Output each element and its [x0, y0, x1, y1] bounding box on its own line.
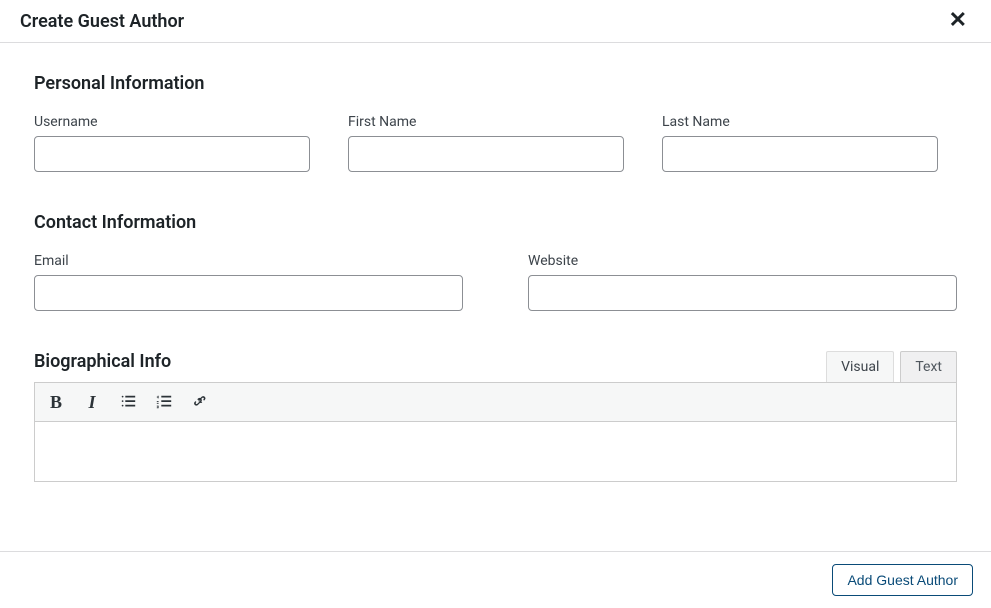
- personal-info-heading: Personal Information: [34, 73, 957, 94]
- username-label: Username: [34, 114, 310, 130]
- tab-visual[interactable]: Visual: [826, 351, 894, 382]
- bullet-list-button[interactable]: [117, 391, 139, 413]
- link-button[interactable]: [189, 391, 211, 413]
- modal-header: Create Guest Author ✕: [0, 0, 991, 43]
- close-icon: ✕: [949, 8, 967, 33]
- first-name-group: First Name: [348, 114, 624, 172]
- first-name-label: First Name: [348, 114, 624, 130]
- bio-header: Biographical Info Visual Text: [34, 351, 957, 382]
- modal-footer: Add Guest Author: [0, 551, 991, 608]
- bold-icon: B: [50, 392, 62, 413]
- email-label: Email: [34, 253, 463, 269]
- personal-info-row: Username First Name Last Name: [34, 114, 957, 172]
- link-icon: [191, 393, 209, 411]
- website-input[interactable]: [528, 275, 957, 311]
- email-group: Email: [34, 253, 463, 311]
- first-name-input[interactable]: [348, 136, 624, 172]
- website-label: Website: [528, 253, 957, 269]
- email-input[interactable]: [34, 275, 463, 311]
- numbered-list-button[interactable]: [153, 391, 175, 413]
- bio-heading: Biographical Info: [34, 351, 171, 372]
- modal-body-wrapper: Personal Information Username First Name…: [0, 43, 991, 551]
- bold-button[interactable]: B: [45, 391, 67, 413]
- editor-tabs: Visual Text: [826, 351, 957, 382]
- bullet-list-icon: [119, 393, 137, 411]
- bio-section: Biographical Info Visual Text B I: [34, 351, 957, 482]
- website-group: Website: [528, 253, 957, 311]
- username-group: Username: [34, 114, 310, 172]
- numbered-list-icon: [155, 393, 173, 411]
- modal-body[interactable]: Personal Information Username First Name…: [0, 43, 991, 551]
- editor-content[interactable]: [34, 422, 957, 482]
- italic-button[interactable]: I: [81, 391, 103, 413]
- italic-icon: I: [88, 392, 95, 413]
- contact-info-heading: Contact Information: [34, 212, 957, 233]
- last-name-input[interactable]: [662, 136, 938, 172]
- add-guest-author-button[interactable]: Add Guest Author: [832, 564, 973, 596]
- editor-toolbar: B I: [34, 382, 957, 422]
- tab-text[interactable]: Text: [900, 351, 957, 382]
- modal-title: Create Guest Author: [20, 11, 184, 32]
- username-input[interactable]: [34, 136, 310, 172]
- spacer: [34, 492, 957, 551]
- last-name-label: Last Name: [662, 114, 938, 130]
- close-button[interactable]: ✕: [945, 10, 971, 32]
- last-name-group: Last Name: [662, 114, 938, 172]
- contact-info-row: Email Website: [34, 253, 957, 311]
